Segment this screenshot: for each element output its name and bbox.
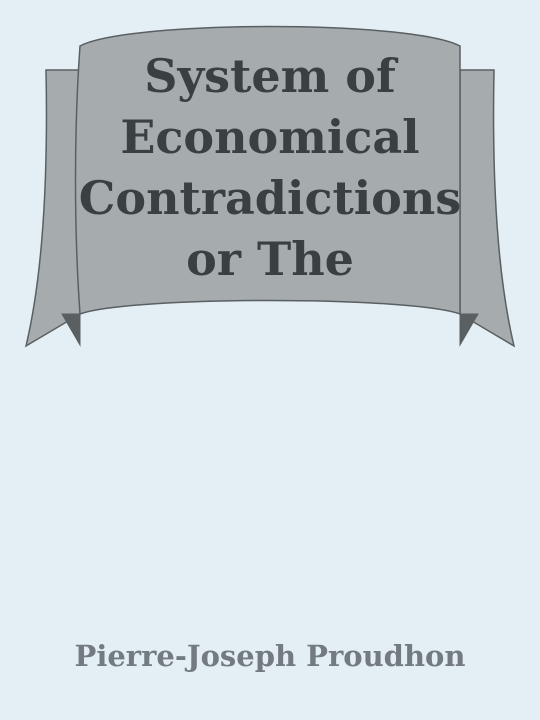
book-cover: System of Economical Contradictions or T… [0,0,540,720]
title-line: or The [186,232,354,286]
ribbon-left-fold [61,313,81,347]
title-line: Contradictions [78,171,462,225]
ribbon-right-fold [459,313,479,347]
title-line: Economical [120,110,420,164]
book-title: System of Economical Contradictions or T… [70,46,470,290]
book-author: Pierre-Joseph Proudhon [74,639,466,673]
title-line: System of [144,49,396,103]
